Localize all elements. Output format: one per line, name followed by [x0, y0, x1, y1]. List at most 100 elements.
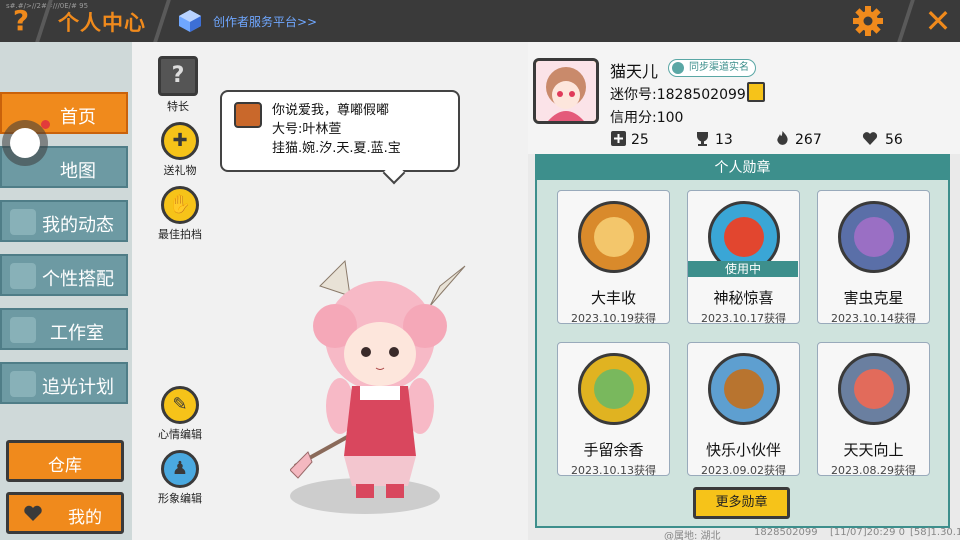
user-icon — [672, 62, 684, 74]
stat-value: 13 — [715, 132, 733, 148]
specialty-label: 特长 — [167, 100, 189, 113]
pencil-icon: ✎ — [161, 386, 199, 424]
medal-inner — [854, 217, 894, 257]
footer-location: @属地: 湖北 — [664, 531, 721, 540]
stat-value: 56 — [885, 132, 903, 148]
avatar-portrait — [536, 61, 596, 121]
medal-bug-icon — [838, 201, 910, 273]
cube-icon[interactable] — [178, 9, 202, 33]
nav-item-home[interactable]: 首页 — [0, 92, 128, 134]
mood-edit-label: 心情编辑 — [158, 428, 202, 441]
badge-name: 天天向上 — [843, 441, 904, 459]
specialty-button[interactable]: ? 特长 — [148, 56, 208, 114]
profile-avatar[interactable] — [533, 58, 599, 124]
in-use-badge: 使用中 — [688, 261, 798, 277]
badge-card[interactable]: 大丰收 2023.10.19获得 — [557, 190, 670, 325]
medal-inner — [854, 369, 894, 409]
close-button[interactable]: ✕ — [918, 2, 958, 40]
shirt-icon — [10, 263, 36, 289]
floating-assist-button[interactable] — [10, 128, 40, 158]
footer-time: [11/07]20:29 0 — [830, 527, 905, 538]
badge-date: 2023.10.14获得 — [831, 312, 916, 325]
gear-icon[interactable] — [852, 5, 884, 37]
gift-button[interactable]: ✚ 送礼物 — [150, 122, 210, 178]
nav-item-outfit[interactable]: 个性搭配 — [0, 254, 128, 296]
mini-id: 迷你号:1828502099 — [610, 87, 746, 103]
medal-inner — [594, 217, 634, 257]
footer-version: [58]1.30.1 — [910, 527, 960, 538]
nav-item-label: 工作室 — [50, 323, 104, 344]
divider — [897, 0, 915, 42]
mood-bubble: 你说爱我，尊嘟假嘟 大号:叶林萱 挂猫.婉.汐.天.夏.蓝.宝 — [220, 90, 460, 185]
mine-button[interactable]: 我的 — [6, 492, 124, 534]
badge-card[interactable]: 快乐小伙伴 2023.09.02获得 — [687, 342, 800, 477]
notification-dot — [41, 120, 50, 129]
badge-panel-title: 个人勋章 — [537, 156, 948, 180]
stat-flame: 267 — [775, 131, 822, 148]
mood-edit-button[interactable]: ✎ 心情编辑 — [150, 386, 210, 442]
badge-date: 2023.10.19获得 — [571, 312, 656, 325]
handshake-icon: ✋ — [161, 186, 199, 224]
nav-item-light-plan[interactable]: 追光计划 — [0, 362, 128, 404]
stat-value: 25 — [631, 132, 649, 148]
credit-score: 信用分:100 — [610, 110, 684, 126]
nav-item-label: 个性搭配 — [42, 269, 114, 290]
nav-item-studio[interactable]: 工作室 — [0, 308, 128, 350]
creator-platform-link[interactable]: 创作者服务平台>> — [213, 13, 317, 30]
top-bar: s#.#/>//2##///0E/# 95 ? 个人中心 创作者服务平台>> ✕ — [0, 0, 960, 42]
badge-date: 2023.10.13获得 — [571, 464, 656, 477]
badge-name: 大丰收 — [590, 289, 636, 307]
page-title: 个人中心 — [58, 11, 146, 35]
badge-name: 害虫克星 — [843, 289, 904, 307]
copy-icon[interactable] — [747, 82, 765, 102]
medal-inner — [594, 369, 634, 409]
bubble-line: 大号:叶林萱 — [272, 122, 342, 137]
nav-item-label: 首页 — [60, 107, 96, 128]
medal-friends-icon — [708, 353, 780, 425]
divider — [153, 0, 171, 42]
stat-plus: 25 — [611, 131, 649, 148]
best-partner-button[interactable]: ✋ 最佳拍档 — [150, 186, 210, 242]
player-avatar[interactable] — [290, 256, 470, 506]
medal-frog-icon — [578, 353, 650, 425]
nav-item-activity[interactable]: 我的动态 — [0, 200, 128, 242]
badge-card[interactable]: 害虫克星 2023.10.14获得 — [817, 190, 930, 325]
light-icon — [10, 371, 36, 397]
look-edit-label: 形象编辑 — [158, 492, 202, 505]
flame-icon — [777, 131, 788, 145]
heart-hand-icon — [862, 132, 878, 145]
badge-date: 2023.08.29获得 — [831, 464, 916, 477]
medal-inner — [724, 369, 764, 409]
badge-card[interactable]: 使用中 神秘惊喜 2023.10.17获得 — [687, 190, 800, 325]
gift-icon: ✚ — [161, 122, 199, 160]
badge-card[interactable]: 手留余香 2023.10.13获得 — [557, 342, 670, 477]
question-icon: ? — [158, 56, 198, 96]
nav-item-label: 地图 — [60, 161, 96, 182]
badge-panel: 个人勋章 大丰收 2023.10.19获得 使用中 神秘惊喜 2023.10.1… — [535, 154, 950, 528]
nav-item-label: 追光计划 — [42, 377, 114, 398]
shirt-icon: ♟ — [161, 450, 199, 488]
footer-id: 1828502099 — [754, 527, 818, 538]
badge-name: 神秘惊喜 — [713, 289, 774, 307]
sync-label: 同步渠道实名 — [689, 62, 749, 73]
look-edit-button[interactable]: ♟ 形象编辑 — [150, 450, 210, 506]
trophy-icon — [697, 132, 708, 146]
left-nav: 首页 地图 我的动态 个性搭配 工作室 追光计划 仓库 我的 — [0, 42, 132, 540]
emoji-icon — [234, 102, 262, 128]
badge-date: 2023.09.02获得 — [701, 464, 786, 477]
help-button[interactable]: ? — [0, 0, 42, 42]
stat-heart: 56 — [860, 131, 903, 148]
warehouse-label: 仓库 — [48, 456, 82, 476]
profile-name: 猫天儿 — [610, 62, 659, 81]
badge-name: 快乐小伙伴 — [705, 441, 781, 459]
plus-icon — [611, 131, 626, 146]
warehouse-button[interactable]: 仓库 — [6, 440, 124, 482]
badge-name: 手留余香 — [583, 441, 644, 459]
nav-item-label: 我的动态 — [42, 215, 114, 236]
sync-realname-badge[interactable]: 同步渠道实名 — [668, 59, 756, 77]
medal-book-icon — [838, 353, 910, 425]
tool-icon — [10, 317, 36, 343]
stat-trophy: 13 — [695, 131, 733, 148]
badge-card[interactable]: 天天向上 2023.08.29获得 — [817, 342, 930, 477]
more-badges-button[interactable]: 更多勋章 — [693, 487, 790, 519]
